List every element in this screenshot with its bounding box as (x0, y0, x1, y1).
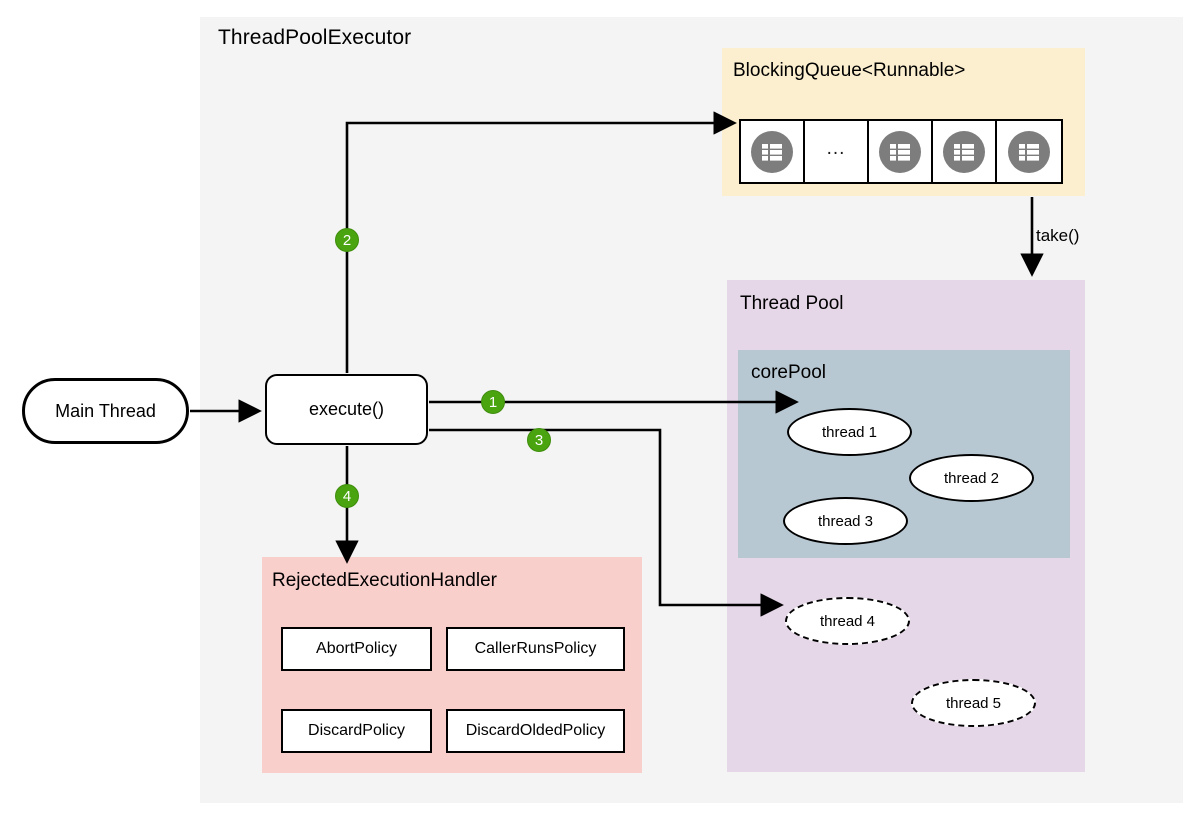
thread-pool-title: Thread Pool (740, 293, 844, 314)
queue-cell (933, 121, 997, 182)
policy-abort[interactable]: AbortPolicy (281, 627, 432, 671)
take-edge-label: take() (1036, 226, 1080, 245)
policy-discard-olded[interactable]: DiscardOldedPolicy (446, 709, 625, 753)
queue-cell-ellipsis: ... (805, 121, 869, 182)
step-badge-1: 1 (481, 390, 505, 414)
threadpoolexecutor-title: ThreadPoolExecutor (218, 26, 412, 49)
core-pool-title: corePool (751, 362, 826, 383)
queue-cell (997, 121, 1061, 182)
thread-node-4[interactable]: thread 4 (785, 597, 910, 645)
main-thread-node[interactable]: Main Thread (22, 378, 189, 444)
queue-ellipsis-label: ... (826, 138, 846, 159)
policy-discard[interactable]: DiscardPolicy (281, 709, 432, 753)
thread-node-1[interactable]: thread 1 (787, 408, 912, 456)
policy-caller-runs[interactable]: CallerRunsPolicy (446, 627, 625, 671)
rejected-execution-handler-title: RejectedExecutionHandler (272, 570, 497, 591)
queue-cell (741, 121, 805, 182)
step-badge-3: 3 (527, 428, 551, 452)
diagram-canvas: ThreadPoolExecutor BlockingQueue<Runnabl… (0, 0, 1200, 821)
blocking-queue-cells: ... (739, 119, 1063, 184)
blocking-queue-title: BlockingQueue<Runnable> (733, 60, 966, 81)
execute-node[interactable]: execute() (265, 374, 428, 445)
step-badge-2: 2 (335, 228, 359, 252)
thread-node-3[interactable]: thread 3 (783, 497, 908, 545)
task-list-icon (1008, 130, 1050, 173)
step-badge-4: 4 (335, 484, 359, 508)
thread-node-2[interactable]: thread 2 (909, 454, 1034, 502)
task-list-icon (751, 130, 793, 173)
task-list-icon (943, 130, 985, 173)
queue-cell (869, 121, 933, 182)
task-list-icon (879, 130, 921, 173)
thread-node-5[interactable]: thread 5 (911, 679, 1036, 727)
